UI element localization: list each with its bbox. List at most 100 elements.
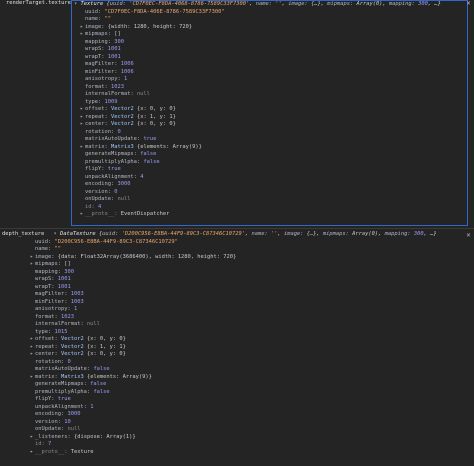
property-key: magFilter [35, 291, 65, 297]
property-value: {x: 1, y: 1} [136, 113, 176, 120]
property-row[interactable]: ▸ repeat: Vector2 {x: 1, y: 1} [30, 344, 474, 352]
property-key: _listeners [35, 433, 68, 440]
object-preview: {uuid: 'D200C956-E8BA-44F9-89C3-C87346C1… [99, 231, 437, 237]
property-value: 1 [73, 306, 78, 312]
property-row: wrapS: 1001 [80, 46, 467, 54]
property-row: uuid: "CD7F0EC-F8DA-406E-8786-7589C33F73… [80, 9, 467, 17]
property-row[interactable]: ▸ center: Vector2 {x: 0, y: 0} [30, 351, 474, 359]
preview-tail: …} [434, 1, 441, 7]
property-value: Texture [70, 448, 94, 455]
property-row: uuid: "D200C956-E8BA-44F9-89C3-C87346C10… [30, 239, 474, 247]
property-row[interactable]: ▸ repeat: Vector2 {x: 1, y: 1} [80, 114, 467, 122]
property-value: {width: 1280, height: 720} [107, 23, 193, 30]
property-row[interactable]: ▸ center: Vector2 {x: 0, y: 0} [80, 121, 467, 129]
property-value: [] [64, 261, 71, 267]
property-key: mapping [35, 268, 58, 275]
property-value: false [93, 388, 110, 395]
preview-value: Array(0) [356, 1, 383, 7]
property-key: image [35, 253, 52, 260]
property-value: null [67, 426, 81, 432]
property-key: encoding [85, 181, 111, 187]
preview-key: mapping: [388, 1, 419, 7]
property-key: mipmaps [35, 261, 58, 267]
property-row[interactable]: ▸ __proto__: EventDispatcher [80, 211, 467, 219]
object-header[interactable]: ▾ Texture {uuid: 'CD7F0EC-F8DA-4068-8786… [72, 1, 467, 9]
property-row: magFilter: 1003 [30, 291, 474, 299]
property-key: matrix [35, 373, 55, 380]
property-row[interactable]: ▸ mipmaps: [] [30, 261, 474, 269]
property-key: wrapT [85, 53, 102, 60]
property-row[interactable]: ▸ __proto__: Texture [30, 449, 474, 457]
property-row: generateMipmaps: false [30, 381, 474, 389]
property-row[interactable]: ▸ offset: Vector2 {x: 0, y: 0} [30, 336, 474, 344]
property-row[interactable]: ▸ _listeners: {dispose: Array(1)} [30, 434, 474, 442]
property-row: minFilter: 1006 [80, 69, 467, 77]
triangle-down-icon[interactable]: ▾ [74, 1, 77, 7]
property-key: type [85, 98, 98, 105]
property-row[interactable]: ▸ offset: Vector2 {x: 0, y: 0} [80, 106, 467, 114]
property-row: matrixAutoUpdate: true [80, 136, 467, 144]
property-row[interactable]: ▸ matrix: Matrix3 {elements: Array(9)} [80, 144, 467, 152]
property-value: 1009 [104, 98, 118, 105]
property-row[interactable]: ▸ image: {width: 1280, height: 720} [80, 24, 467, 32]
object-header[interactable]: depth_texture ▾ DataTexture {uuid: 'D200… [0, 231, 474, 239]
property-row: unpackAlignment: 4 [80, 174, 467, 182]
property-row: wrapS: 1001 [30, 276, 474, 284]
property-value: {elements: Array(9)} [86, 373, 152, 380]
property-value: 4 [98, 203, 102, 210]
property-row: rotation: 0 [80, 129, 467, 137]
property-value: "CD7F0EC-F8DA-406E-8786-7589C33F7300" [104, 8, 225, 15]
property-row: internalFormat: null [30, 321, 474, 329]
property-value: {x: 0, y: 0} [86, 336, 126, 342]
property-row: flipY: true [30, 396, 474, 404]
property-value: "" [104, 16, 111, 22]
property-value: 1006 [120, 68, 134, 75]
property-class: Matrix3 [110, 143, 137, 150]
property-value: 0 [67, 358, 71, 365]
preview-value: 'CD7F0EC-F8DA-4068-8786-7589C33F7300' [129, 1, 250, 7]
console-panel-depth-texture: depth_texture ▾ DataTexture {uuid: 'D200… [0, 228, 474, 466]
property-value: 3000 [117, 181, 131, 187]
property-value: null [136, 91, 150, 97]
property-row: anisotropy: 1 [30, 306, 474, 314]
property-value: {elements: Array(9)} [136, 143, 202, 150]
property-key: flipY [85, 166, 102, 172]
property-key: internalFormat [35, 321, 81, 327]
property-value: 1006 [120, 61, 134, 67]
property-value: 4 [140, 173, 144, 180]
property-row: premultiplyAlpha: false [80, 159, 467, 167]
property-value: 1001 [57, 283, 71, 290]
property-row: format: 1023 [80, 84, 467, 92]
property-row: onUpdate: null [80, 196, 467, 204]
property-key: unpackAlignment [85, 173, 134, 180]
property-row: wrapT: 1001 [30, 284, 474, 292]
property-row[interactable]: ▸ mipmaps: [] [80, 31, 467, 39]
preview-key: mipmaps: [322, 231, 353, 237]
property-row[interactable]: ▸ image: {data: Float32Array(3686400), wi… [30, 254, 474, 262]
property-value: false [90, 381, 107, 387]
property-row[interactable]: ▸ matrix: Matrix3 {elements: Array(9)} [30, 374, 474, 382]
property-key: matrixAutoUpdate [35, 366, 87, 372]
property-value: false [140, 151, 157, 157]
property-key: format [35, 313, 55, 320]
close-icon[interactable]: ✕ [465, 0, 472, 7]
property-value: {x: 0, y: 0} [86, 351, 126, 357]
property-key: internalFormat [85, 91, 131, 97]
property-row: mapping: 300 [80, 39, 467, 47]
property-value: 1023 [110, 83, 124, 90]
property-key: rotation [35, 358, 61, 365]
property-value: EventDispatcher [120, 211, 170, 217]
property-key: matrixAutoUpdate [85, 136, 137, 142]
property-row: version: 10 [30, 419, 474, 427]
property-key: minFilter [85, 68, 115, 75]
property-value: true [107, 166, 121, 172]
property-key: repeat [35, 343, 55, 350]
property-value: 0 [117, 128, 121, 135]
property-key: center [85, 121, 105, 127]
triangle-down-icon[interactable]: ▾ [53, 231, 56, 237]
property-key: wrapT [35, 283, 52, 290]
preview-key: uuid: [109, 1, 130, 7]
property-value: {x: 0, y: 0} [136, 106, 176, 112]
property-value: 1001 [107, 46, 121, 52]
close-icon[interactable]: ✕ [465, 232, 472, 239]
